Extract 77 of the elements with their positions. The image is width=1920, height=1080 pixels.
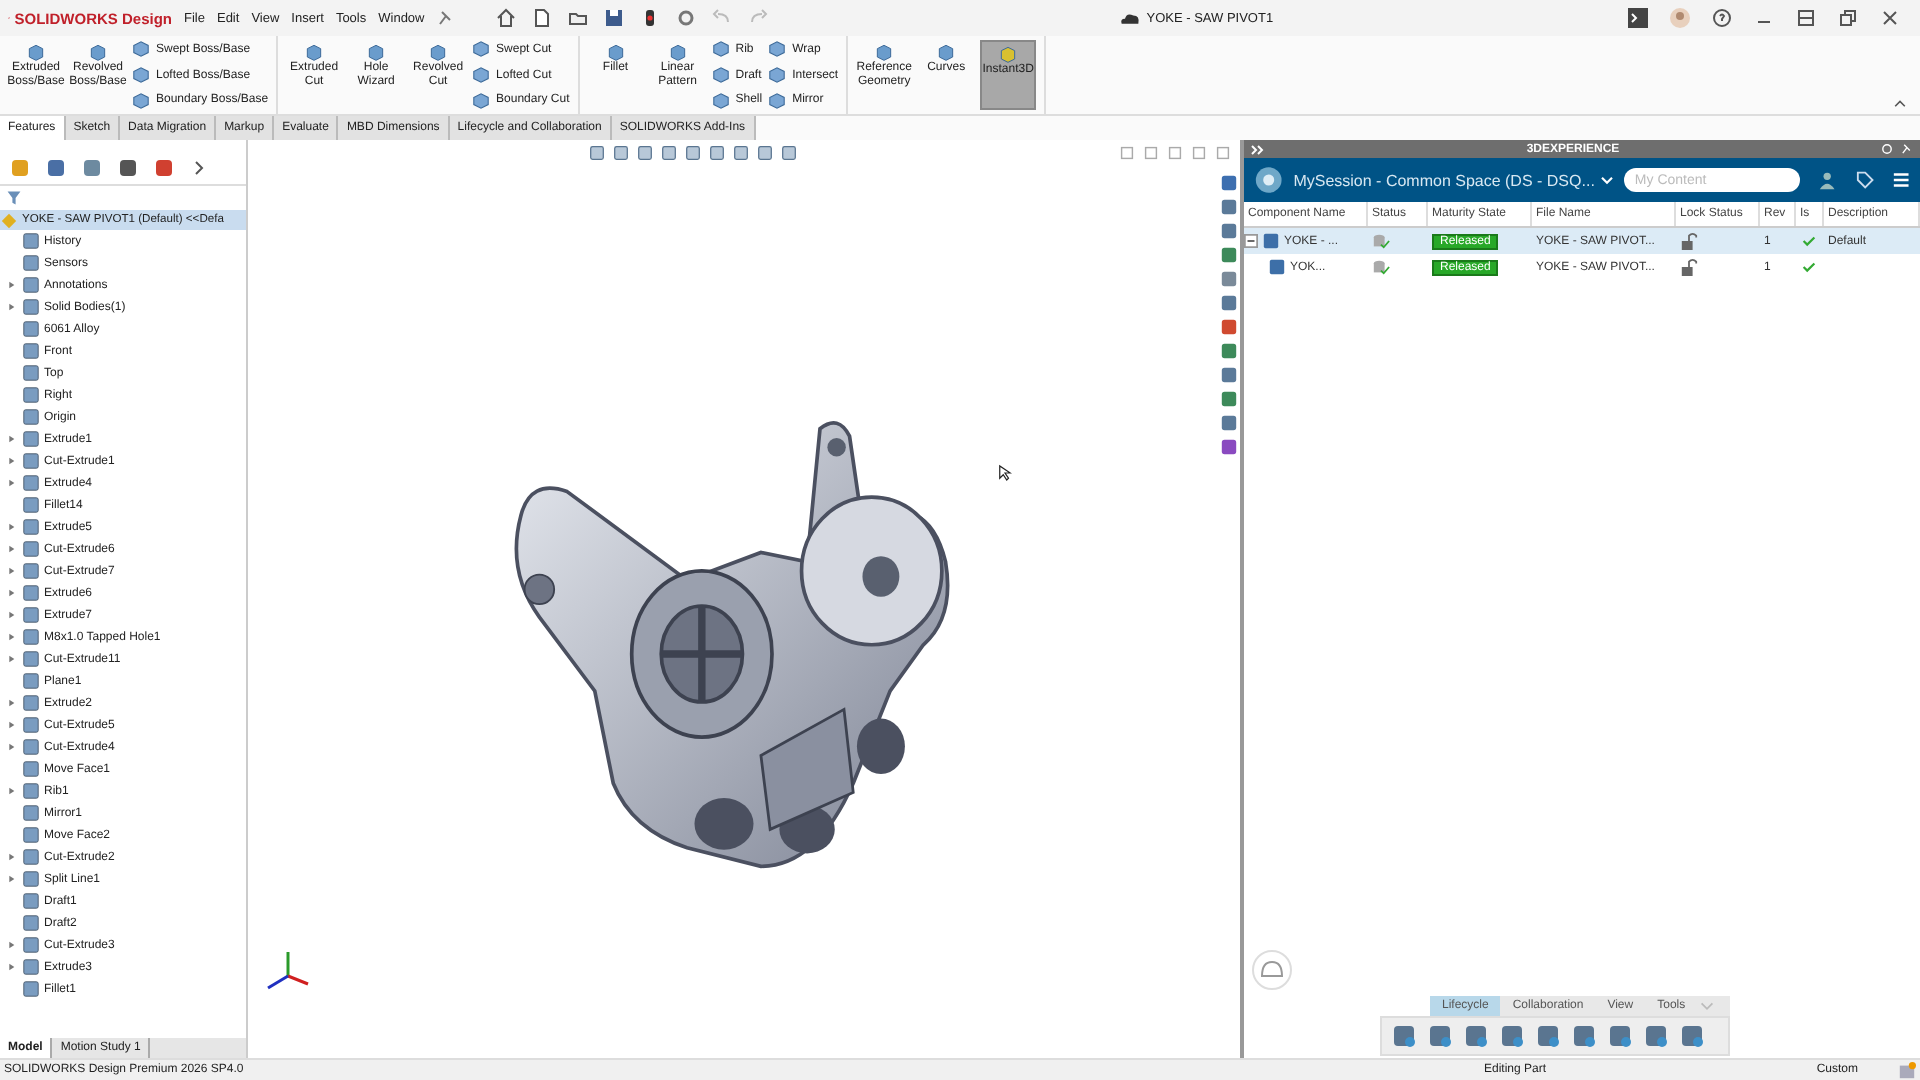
expand-arrow-icon[interactable]	[6, 654, 16, 664]
expand-arrow-icon[interactable]	[6, 588, 16, 598]
menu-icon[interactable]	[1891, 170, 1910, 190]
tool-icon	[667, 42, 688, 62]
tool-icon	[366, 42, 387, 62]
helmet-icon[interactable]	[1252, 950, 1292, 990]
expand-arrow-icon[interactable]	[6, 698, 16, 708]
tool-icon	[874, 42, 895, 62]
pin-icon[interactable]	[1900, 142, 1914, 156]
expand-arrow-icon[interactable]	[6, 742, 16, 752]
part-icon	[0, 211, 18, 229]
tile-left-icon[interactable]	[1118, 144, 1136, 162]
expand-arrow-icon[interactable]	[6, 962, 16, 972]
chevron-down-icon	[1600, 175, 1615, 185]
lifecycle-tool-icon[interactable]	[1426, 1022, 1454, 1050]
lifecycle-tool-icon[interactable]	[1678, 1022, 1706, 1050]
tool-icon	[304, 42, 325, 62]
close-icon[interactable]	[1880, 8, 1900, 28]
cloud-icon	[1120, 12, 1141, 24]
tile-right-icon[interactable]	[1142, 144, 1160, 162]
user-icon[interactable]	[1818, 170, 1838, 190]
help-icon[interactable]	[1712, 8, 1732, 28]
expand-panel-icon[interactable]	[1250, 143, 1266, 155]
expand-arrow-icon[interactable]	[6, 434, 16, 444]
expand-arrow-icon[interactable]	[6, 720, 16, 730]
unlocked-icon	[1680, 232, 1698, 250]
compass-icon[interactable]	[1254, 164, 1284, 196]
terminal-icon[interactable]	[1628, 8, 1648, 28]
tile-windows-icon[interactable]	[1796, 8, 1816, 28]
lifecycle-tool-icon[interactable]	[1642, 1022, 1670, 1050]
settings-icon[interactable]	[676, 8, 697, 28]
expand-arrow-icon[interactable]	[6, 632, 16, 642]
expand-arrow-icon[interactable]	[6, 544, 16, 554]
open-folder-icon[interactable]	[568, 8, 589, 28]
collapse-ribbon-icon[interactable]	[1892, 98, 1908, 108]
session-dropdown[interactable]: MySession - Common Space (DS - DSQ...	[1293, 171, 1615, 189]
new-document-icon[interactable]	[532, 8, 553, 28]
lifecycle-tool-icon[interactable]	[1390, 1022, 1418, 1050]
expand-arrow-icon[interactable]	[6, 786, 16, 796]
tool-icon	[998, 44, 1019, 64]
lifecycle-tool-icon[interactable]	[1462, 1022, 1490, 1050]
tool-icon	[26, 42, 46, 62]
tag-icon[interactable]	[1855, 170, 1874, 190]
expand-arrow-icon[interactable]	[6, 478, 16, 488]
lifecycle-tool-icon[interactable]	[1534, 1022, 1562, 1050]
unlocked-icon	[1680, 258, 1698, 276]
save-icon[interactable]	[604, 8, 625, 28]
panel-tab-icon[interactable]	[44, 156, 68, 180]
tool-icon	[936, 42, 957, 62]
collapse-icon[interactable]	[1244, 234, 1258, 248]
expand-arrow-icon[interactable]	[6, 610, 16, 620]
lifecycle-tool-icon[interactable]	[1570, 1022, 1598, 1050]
expand-arrow-icon[interactable]	[6, 280, 16, 290]
expand-arrow-icon[interactable]	[6, 852, 16, 862]
panel-tab-icon[interactable]	[80, 156, 104, 180]
expand-arrow-icon[interactable]	[6, 566, 16, 576]
panel-tab-icon[interactable]	[116, 156, 140, 180]
mouse-pointer-icon	[998, 464, 1012, 482]
assembly-icon	[1262, 232, 1280, 250]
filter-icon[interactable]	[6, 190, 22, 206]
lifecycle-tool-icon[interactable]	[1606, 1022, 1634, 1050]
expand-arrow-icon[interactable]	[6, 522, 16, 532]
lifecycle-tool-icon[interactable]	[1498, 1022, 1526, 1050]
database-check-icon	[1372, 232, 1390, 250]
expand-arrow-icon[interactable]	[6, 456, 16, 466]
expand-arrow-icon[interactable]	[6, 302, 16, 312]
home-icon[interactable]	[496, 8, 517, 28]
restore-icon[interactable]	[1838, 8, 1858, 28]
tool-icon	[428, 42, 449, 62]
tool-icon	[605, 42, 626, 62]
avatar-icon[interactable]	[1670, 8, 1690, 28]
expand-arrow-icon[interactable]	[6, 940, 16, 950]
panel-tab-icon[interactable]	[152, 156, 176, 180]
tool-icon	[88, 42, 108, 62]
database-check-icon	[1372, 258, 1390, 276]
expand-arrow-icon[interactable]	[6, 874, 16, 884]
part-icon	[1268, 258, 1286, 276]
